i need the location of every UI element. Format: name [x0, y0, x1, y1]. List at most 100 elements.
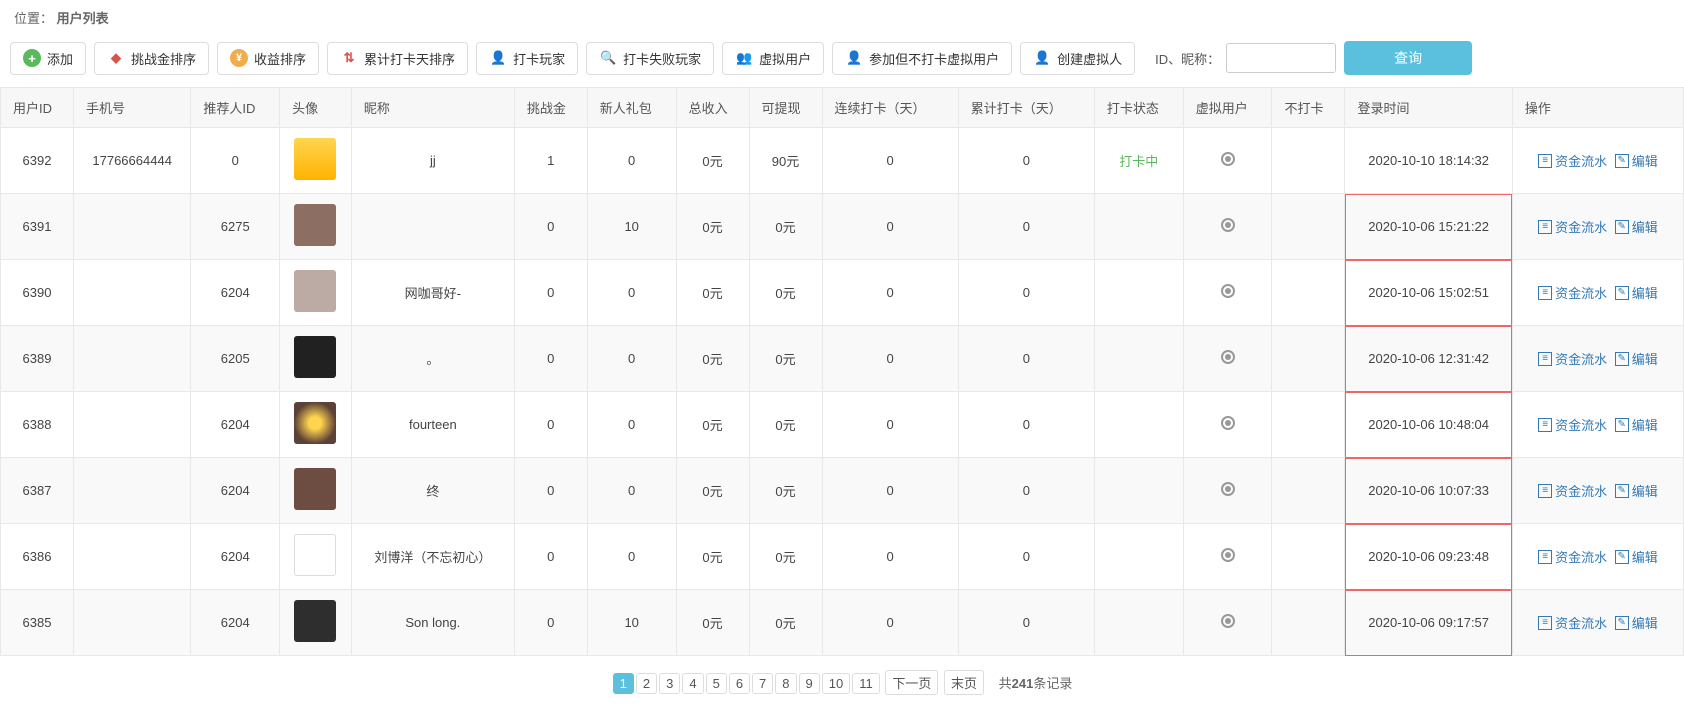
- fund-flow-link[interactable]: ≡资金流水: [1538, 547, 1607, 566]
- cell-login-time: 2020-10-06 09:23:48: [1345, 524, 1512, 590]
- column-header: 不打卡: [1272, 88, 1345, 128]
- edit-link[interactable]: ✎编辑: [1615, 217, 1658, 236]
- cell-avatar: [280, 524, 352, 590]
- edit-link[interactable]: ✎编辑: [1615, 283, 1658, 302]
- cell-continuous: 0: [822, 128, 958, 194]
- page-number[interactable]: 9: [799, 673, 820, 694]
- cell-phone: [73, 260, 190, 326]
- page-number[interactable]: 2: [636, 673, 657, 694]
- cell-continuous: 0: [822, 590, 958, 656]
- cumulative-sort-button[interactable]: ⇅累计打卡天排序: [327, 42, 468, 75]
- cell-status: [1094, 392, 1183, 458]
- edit-link[interactable]: ✎编辑: [1615, 151, 1658, 170]
- cell-virtual: [1183, 326, 1272, 392]
- cell-avatar: [280, 194, 352, 260]
- cell-cumulative: 0: [958, 326, 1094, 392]
- radio-icon: [1221, 152, 1235, 166]
- add-button[interactable]: +添加: [10, 42, 86, 75]
- cell-nickname: jj: [351, 128, 514, 194]
- edit-link[interactable]: ✎编辑: [1615, 481, 1658, 500]
- virtual-users-button[interactable]: 👥虚拟用户: [722, 42, 824, 75]
- cell-actions: ≡资金流水 ✎编辑: [1512, 194, 1683, 260]
- page-number[interactable]: 10: [822, 673, 850, 694]
- create-virtual-button[interactable]: 👤创建虚拟人: [1020, 42, 1135, 75]
- cell-avatar: [280, 458, 352, 524]
- cell-nickname: 刘博洋（不忘初心）: [351, 524, 514, 590]
- cell-status: [1094, 194, 1183, 260]
- cell-login-time: 2020-10-06 12:31:42: [1345, 326, 1512, 392]
- cell-virtual: [1183, 524, 1272, 590]
- cell-withdraw: 0元: [749, 260, 822, 326]
- edit-link[interactable]: ✎编辑: [1615, 349, 1658, 368]
- radio-icon: [1221, 416, 1235, 430]
- cell-no-punch: [1272, 194, 1345, 260]
- page-number[interactable]: 7: [752, 673, 773, 694]
- list-icon: ≡: [1538, 484, 1552, 498]
- table-row: 63896205。000元0元002020-10-06 12:31:42≡资金流…: [1, 326, 1684, 392]
- cell-nickname: 终: [351, 458, 514, 524]
- cell-virtual: [1183, 260, 1272, 326]
- fund-flow-link[interactable]: ≡资金流水: [1538, 151, 1607, 170]
- cell-actions: ≡资金流水 ✎编辑: [1512, 590, 1683, 656]
- cell-gift: 0: [587, 128, 676, 194]
- cell-no-punch: [1272, 128, 1345, 194]
- radio-icon: [1221, 548, 1235, 562]
- edit-link[interactable]: ✎编辑: [1615, 613, 1658, 632]
- search-input[interactable]: [1226, 43, 1336, 73]
- page-number[interactable]: 11: [852, 673, 880, 694]
- column-header: 打卡状态: [1094, 88, 1183, 128]
- page-number[interactable]: 1: [613, 673, 634, 694]
- page-last[interactable]: 末页: [944, 670, 984, 695]
- cell-virtual: [1183, 590, 1272, 656]
- page-number[interactable]: 8: [775, 673, 796, 694]
- page-number[interactable]: 4: [682, 673, 703, 694]
- fund-flow-link[interactable]: ≡资金流水: [1538, 349, 1607, 368]
- page-number[interactable]: 5: [706, 673, 727, 694]
- join-no-punch-virtual-button[interactable]: 👤参加但不打卡虚拟用户: [832, 42, 1012, 75]
- edit-link[interactable]: ✎编辑: [1615, 547, 1658, 566]
- cell-actions: ≡资金流水 ✎编辑: [1512, 458, 1683, 524]
- cell-continuous: 0: [822, 458, 958, 524]
- page-number[interactable]: 3: [659, 673, 680, 694]
- cell-referrer: 6204: [191, 392, 280, 458]
- edit-icon: ✎: [1615, 418, 1629, 432]
- column-header: 新人礼包: [587, 88, 676, 128]
- fund-flow-link[interactable]: ≡资金流水: [1538, 415, 1607, 434]
- page-next[interactable]: 下一页: [885, 670, 938, 695]
- fund-flow-link[interactable]: ≡资金流水: [1538, 283, 1607, 302]
- edit-link[interactable]: ✎编辑: [1615, 415, 1658, 434]
- page-number[interactable]: 6: [729, 673, 750, 694]
- toolbar: +添加 ◆挑战金排序 ¥收益排序 ⇅累计打卡天排序 👤打卡玩家 🔍打卡失败玩家 …: [0, 35, 1684, 81]
- fund-flow-link[interactable]: ≡资金流水: [1538, 613, 1607, 632]
- challenge-sort-button[interactable]: ◆挑战金排序: [94, 42, 209, 75]
- table-row: 63886204fourteen000元0元002020-10-06 10:48…: [1, 392, 1684, 458]
- table-row: 6392177666644440jj100元90元00打卡中2020-10-10…: [1, 128, 1684, 194]
- avatar: [294, 336, 336, 378]
- cell-phone: [73, 326, 190, 392]
- cell-nickname: fourteen: [351, 392, 514, 458]
- cell-phone: [73, 524, 190, 590]
- cell-phone: [73, 194, 190, 260]
- cell-continuous: 0: [822, 326, 958, 392]
- edit-icon: ✎: [1615, 484, 1629, 498]
- column-header: 虚拟用户: [1183, 88, 1272, 128]
- punch-fail-players-button[interactable]: 🔍打卡失败玩家: [586, 42, 714, 75]
- edit-icon: ✎: [1615, 616, 1629, 630]
- fund-flow-link[interactable]: ≡资金流水: [1538, 481, 1607, 500]
- radio-icon: [1221, 350, 1235, 364]
- punch-players-button[interactable]: 👤打卡玩家: [476, 42, 578, 75]
- cell-virtual: [1183, 128, 1272, 194]
- revenue-sort-button[interactable]: ¥收益排序: [217, 42, 319, 75]
- avatar: [294, 204, 336, 246]
- cell-income: 0元: [676, 260, 749, 326]
- cell-user-id: 6389: [1, 326, 74, 392]
- cell-challenge: 0: [514, 392, 587, 458]
- cell-referrer: 6204: [191, 458, 280, 524]
- list-icon: ≡: [1538, 550, 1552, 564]
- cell-withdraw: 90元: [749, 128, 822, 194]
- query-button[interactable]: 查询: [1344, 41, 1472, 75]
- cell-gift: 0: [587, 524, 676, 590]
- fund-flow-link[interactable]: ≡资金流水: [1538, 217, 1607, 236]
- cell-continuous: 0: [822, 524, 958, 590]
- avatar: [294, 600, 336, 642]
